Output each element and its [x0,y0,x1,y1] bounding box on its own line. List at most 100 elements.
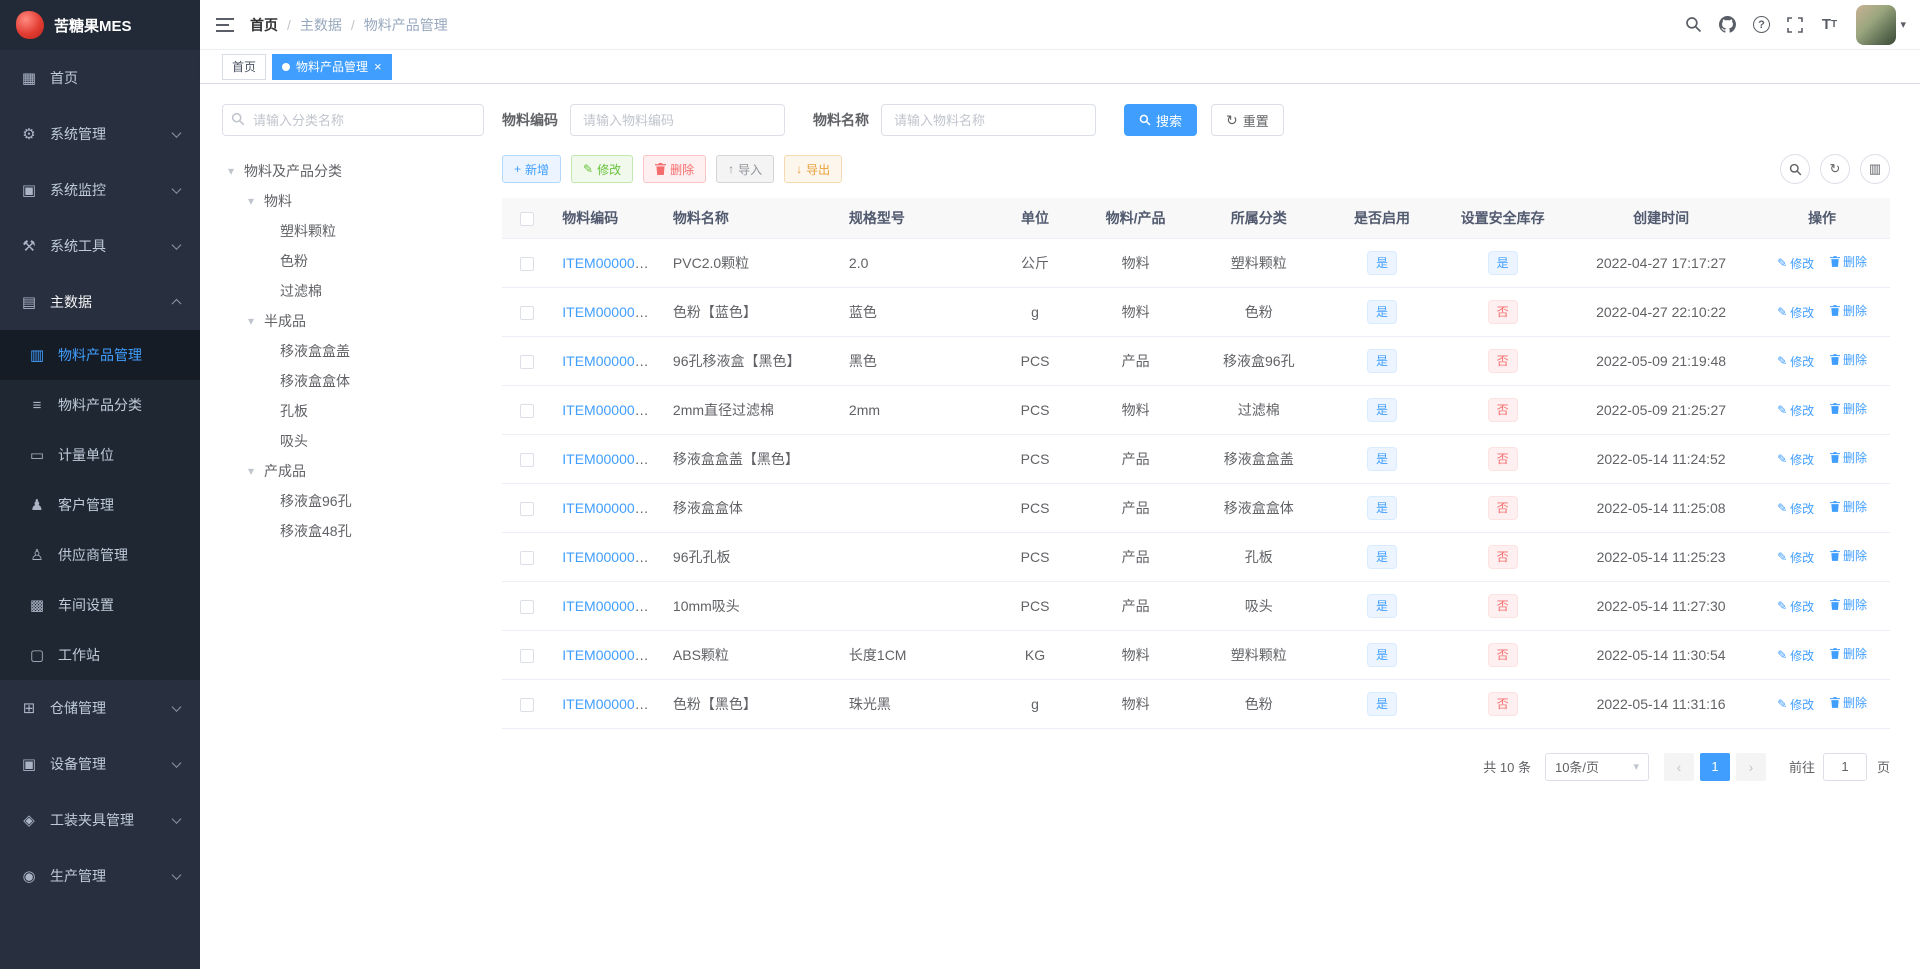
row-delete-link[interactable]: 删除 [1830,645,1867,662]
tree-node[interactable]: 过滤棉 [222,276,484,306]
row-delete-link[interactable]: 删除 [1830,498,1867,515]
row-edit-link[interactable]: ✎ 修改 [1777,696,1814,713]
caret-down-icon[interactable]: ▾ [228,164,238,178]
columns-toggle-button[interactable]: ▥ [1860,154,1890,184]
search-button[interactable]: 搜索 [1124,104,1198,136]
tab-close-icon[interactable]: × [374,60,382,73]
tab-material-product-management[interactable]: 物料产品管理 × [272,53,392,80]
help-icon[interactable]: ? [1744,0,1778,50]
row-edit-link[interactable]: ✎ 修改 [1777,255,1814,272]
sidebar-item-production-management[interactable]: ◉ 生产管理 [0,848,200,904]
row-checkbox[interactable] [520,305,535,320]
row-delete-link[interactable]: 删除 [1830,547,1867,564]
edit-button[interactable]: ✎ 修改 [571,155,634,183]
material-code-link[interactable]: ITEM00000053 [562,549,658,565]
caret-down-icon[interactable]: ▾ [248,194,258,208]
sidebar-item-material-product-category[interactable]: ≡ 物料产品分类 [0,380,200,430]
sidebar-item-measure-unit[interactable]: ▭ 计量单位 [0,430,200,480]
search-icon[interactable] [1676,0,1710,50]
material-code-link[interactable]: ITEM00000054 [562,598,658,614]
row-checkbox[interactable] [520,256,535,271]
row-edit-link[interactable]: ✎ 修改 [1777,353,1814,370]
material-code-link[interactable]: ITEM00000041 [562,304,658,320]
material-code-link[interactable]: ITEM00000055 [562,647,658,663]
tab-home[interactable]: 首页 [222,53,267,80]
sidebar-item-device-management[interactable]: ▣ 设备管理 [0,736,200,792]
row-delete-link[interactable]: 删除 [1830,449,1867,466]
tree-node[interactable]: 移液盒96孔 [222,486,484,516]
category-search-input[interactable] [222,104,484,136]
delete-button[interactable]: 删除 [643,155,707,183]
sidebar-item-master-data[interactable]: ▤ 主数据 [0,274,200,330]
prev-page-button[interactable]: ‹ [1663,752,1694,781]
tree-node[interactable]: ▾ 半成品 [222,306,484,336]
material-code-link[interactable]: ITEM00000051 [562,451,658,467]
sidebar-item-customer-management[interactable]: ♟ 客户管理 [0,480,200,530]
sidebar-item-fixture-management[interactable]: ◈ 工装夹具管理 [0,792,200,848]
tree-node[interactable]: 移液盒盒体 [222,366,484,396]
current-page-button[interactable]: 1 [1699,752,1730,781]
row-checkbox[interactable] [520,452,535,467]
row-delete-link[interactable]: 删除 [1830,351,1867,368]
page-size-select[interactable]: 10条/页 ▾ [1544,752,1649,781]
material-name-input[interactable] [881,104,1096,136]
next-page-button[interactable]: › [1735,752,1766,781]
sidebar-item-workstation[interactable]: ▢ 工作站 [0,630,200,680]
row-checkbox[interactable] [520,550,535,565]
tree-node[interactable]: ▾ 产成品 [222,456,484,486]
material-code-link[interactable]: ITEM00000052 [562,500,658,516]
sidebar-item-system-management[interactable]: ⚙ 系统管理 [0,106,200,162]
material-code-input[interactable] [570,104,785,136]
toggle-search-button[interactable] [1780,154,1810,184]
row-edit-link[interactable]: ✎ 修改 [1777,500,1814,517]
material-code-link[interactable]: ITEM00000056 [562,696,658,712]
font-size-icon[interactable]: TT [1812,0,1846,50]
row-checkbox[interactable] [520,648,535,663]
row-delete-link[interactable]: 删除 [1830,694,1867,711]
row-edit-link[interactable]: ✎ 修改 [1777,647,1814,664]
row-delete-link[interactable]: 删除 [1830,253,1867,270]
avatar-caret-icon[interactable]: ▾ [1900,18,1906,31]
row-delete-link[interactable]: 删除 [1830,400,1867,417]
caret-down-icon[interactable]: ▾ [248,464,258,478]
goto-page-input[interactable] [1822,752,1867,781]
fullscreen-icon[interactable] [1778,0,1812,50]
row-checkbox[interactable] [520,697,535,712]
row-edit-link[interactable]: ✎ 修改 [1777,402,1814,419]
select-all-checkbox[interactable] [520,211,535,226]
import-button[interactable]: ↑ 导入 [716,155,775,183]
tree-node[interactable]: 移液盒盒盖 [222,336,484,366]
row-edit-link[interactable]: ✎ 修改 [1777,549,1814,566]
row-delete-link[interactable]: 删除 [1830,596,1867,613]
sidebar-item-workshop-settings[interactable]: ▩ 车间设置 [0,580,200,630]
row-checkbox[interactable] [520,599,535,614]
tree-node[interactable]: ▾ 物料 [222,186,484,216]
sidebar-item-warehouse-management[interactable]: ⊞ 仓储管理 [0,680,200,736]
sidebar-item-material-product-management[interactable]: ▥ 物料产品管理 [0,330,200,380]
row-checkbox[interactable] [520,501,535,516]
user-avatar[interactable] [1856,4,1897,45]
refresh-button[interactable]: ↻ [1820,154,1850,184]
breadcrumb-home[interactable]: 首页 [250,15,278,35]
add-button[interactable]: + 新增 [502,155,562,183]
sidebar-item-system-monitor[interactable]: ▣ 系统监控 [0,162,200,218]
row-edit-link[interactable]: ✎ 修改 [1777,451,1814,468]
row-checkbox[interactable] [520,403,535,418]
material-code-link[interactable]: ITEM00000037 [562,255,658,271]
github-icon[interactable] [1710,0,1744,50]
material-code-link[interactable]: ITEM00000046 [562,353,658,369]
caret-down-icon[interactable]: ▾ [248,314,258,328]
material-code-link[interactable]: ITEM00000049 [562,402,658,418]
row-edit-link[interactable]: ✎ 修改 [1777,598,1814,615]
sidebar-item-supplier-management[interactable]: ♙ 供应商管理 [0,530,200,580]
sidebar-item-home[interactable]: ▦ 首页 [0,50,200,106]
hamburger-icon[interactable] [200,0,250,50]
tree-node[interactable]: 色粉 [222,246,484,276]
tree-node[interactable]: 孔板 [222,396,484,426]
row-delete-link[interactable]: 删除 [1830,302,1867,319]
tree-node[interactable]: 吸头 [222,426,484,456]
row-edit-link[interactable]: ✎ 修改 [1777,304,1814,321]
export-button[interactable]: ↓ 导出 [784,155,843,183]
tree-node[interactable]: 移液盒48孔 [222,516,484,546]
reset-button[interactable]: ↻ 重置 [1211,104,1284,136]
